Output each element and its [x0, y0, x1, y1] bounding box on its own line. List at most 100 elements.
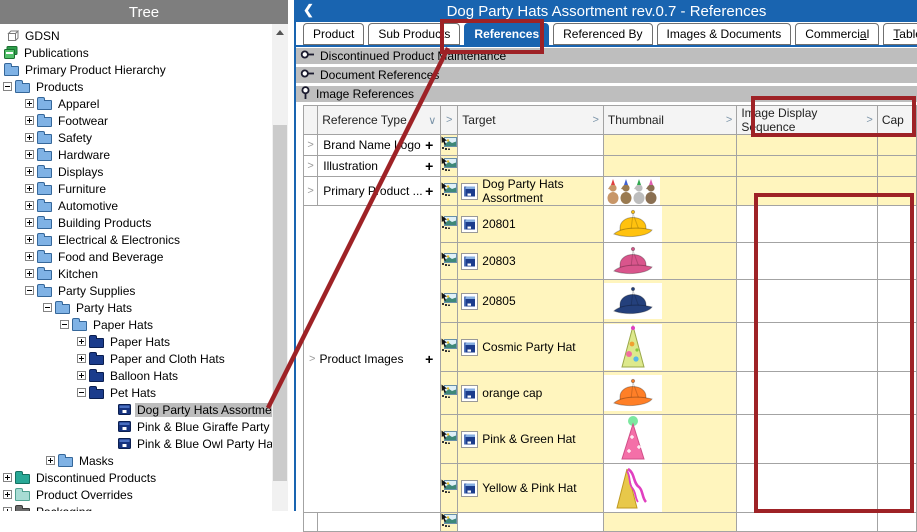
tree-item-building-products[interactable]: Building Products [0, 214, 272, 231]
tree-item-label[interactable]: Publications [22, 46, 91, 60]
target-cell[interactable]: Yellow & Pink Hat [458, 464, 604, 513]
tree-item-automotive[interactable]: Automotive [0, 197, 272, 214]
reference-type-cell[interactable]: Brand Name Logo+ [318, 135, 441, 156]
tree-item-discontinued-products[interactable]: Discontinued Products [0, 469, 272, 486]
tree-item-label[interactable]: Pink & Blue Giraffe Party Hat [135, 420, 272, 434]
target-label[interactable]: Pink & Green Hat [482, 432, 575, 446]
tree-item-label[interactable]: Automotive [56, 199, 120, 213]
tree-item-label[interactable]: Pet Hats [108, 386, 158, 400]
expand-plus-icon[interactable] [77, 371, 86, 380]
tab-commercial[interactable]: Commercial [795, 23, 879, 45]
expand-column-icon[interactable]: > [446, 114, 452, 126]
expand-plus-icon[interactable] [46, 456, 55, 465]
tree-item-label[interactable]: Party Supplies [56, 284, 137, 298]
collapse-minus-icon[interactable] [77, 388, 86, 397]
expand-plus-icon[interactable] [3, 507, 12, 511]
image-reference-link-icon-cell[interactable] [441, 135, 458, 156]
target-label[interactable]: 20801 [482, 217, 515, 231]
thumbnail-image[interactable] [604, 206, 662, 242]
tab-references[interactable]: References [464, 23, 549, 45]
thumbnail-image[interactable] [604, 243, 662, 279]
expand-column-icon[interactable]: > [592, 114, 598, 126]
tree-item-label[interactable]: Apparel [56, 97, 101, 111]
image-reference-link-icon-cell[interactable] [441, 177, 458, 206]
tree-item-label[interactable]: Hardware [56, 148, 112, 162]
image-display-sequence-cell[interactable] [737, 135, 877, 156]
caption-cell[interactable] [877, 415, 916, 464]
add-reference-button[interactable]: + [425, 351, 440, 367]
caption-cell[interactable] [877, 206, 916, 243]
tree-item-furniture[interactable]: Furniture [0, 180, 272, 197]
expand-plus-icon[interactable] [25, 167, 34, 176]
caption-cell[interactable] [877, 135, 916, 156]
image-display-sequence-cell[interactable] [737, 177, 877, 206]
tree-item-label[interactable]: Paper Hats [91, 318, 155, 332]
expand-plus-icon[interactable] [25, 150, 34, 159]
caption-cell[interactable] [877, 177, 916, 206]
tab-sub-products[interactable]: Sub Products [368, 23, 460, 45]
caption-cell[interactable] [877, 372, 916, 415]
add-reference-button[interactable]: + [425, 183, 440, 199]
expand-plus-icon[interactable] [77, 337, 86, 346]
thumbnail-cell[interactable] [603, 177, 736, 206]
thumbnail-cell[interactable] [603, 156, 736, 177]
thumbnail-cell[interactable] [603, 135, 736, 156]
thumbnail-image[interactable] [604, 324, 662, 370]
image-reference-link-icon-cell[interactable] [441, 415, 458, 464]
scrollbar-thumb[interactable] [273, 125, 287, 481]
tab-tables[interactable]: Tables [883, 23, 917, 45]
target-cell[interactable] [458, 156, 604, 177]
row-expander[interactable]: > [304, 156, 318, 177]
target-label[interactable]: Cosmic Party Hat [482, 340, 575, 354]
tree-item-label[interactable]: Furniture [56, 182, 108, 196]
tree-item-label[interactable]: Balloon Hats [108, 369, 180, 383]
collapse-panel-icon[interactable]: ❮ [303, 2, 314, 18]
tree-item-label[interactable]: Displays [56, 165, 105, 179]
expand-plus-icon[interactable] [25, 184, 34, 193]
expand-plus-icon[interactable] [77, 354, 86, 363]
caption-cell[interactable] [877, 464, 916, 513]
image-reference-link-icon-cell[interactable] [441, 323, 458, 372]
tree-item-label[interactable]: Products [34, 80, 85, 94]
caption-cell[interactable] [877, 156, 916, 177]
expand-plus-icon[interactable] [3, 473, 12, 482]
tree-item-publications[interactable]: Publications [0, 44, 272, 61]
image-display-sequence-cell[interactable] [737, 280, 877, 323]
thumbnail-cell[interactable] [603, 372, 736, 415]
tree-item-party-supplies[interactable]: Party Supplies [0, 282, 272, 299]
image-display-sequence-cell[interactable] [737, 372, 877, 415]
tab-referenced-by[interactable]: Referenced By [553, 23, 652, 45]
expand-plus-icon[interactable] [25, 201, 34, 210]
tree-item-label[interactable]: Safety [56, 131, 94, 145]
collapse-minus-icon[interactable] [43, 303, 52, 312]
tree-item-footwear[interactable]: Footwear [0, 112, 272, 129]
tree-item-hardware[interactable]: Hardware [0, 146, 272, 163]
tab-images-documents[interactable]: Images & Documents [657, 23, 792, 45]
tree-item-label[interactable]: Packaging [34, 505, 94, 512]
tree-item-label[interactable]: Masks [77, 454, 116, 468]
image-display-sequence-cell[interactable] [737, 206, 877, 243]
tree-item-label[interactable]: Paper and Cloth Hats [108, 352, 227, 366]
tree-item-products[interactable]: Products [0, 78, 272, 95]
section-image-references[interactable]: Image References [296, 86, 917, 102]
expand-plus-icon[interactable] [25, 252, 34, 261]
filter-dropdown-icon[interactable]: ∨ [428, 114, 436, 127]
tree-item-label[interactable]: Dog Party Hats Assortment [135, 403, 272, 417]
tree-item-safety[interactable]: Safety [0, 129, 272, 146]
caption-cell[interactable] [877, 280, 916, 323]
tree-item-label[interactable]: Discontinued Products [34, 471, 158, 485]
expand-column-icon[interactable]: > [726, 114, 732, 126]
thumbnail-cell[interactable] [603, 323, 736, 372]
reference-type-cell[interactable]: Primary Product ...+ [318, 177, 441, 206]
header-thumbnail[interactable]: Thumbnail > [603, 106, 736, 135]
thumbnail-image[interactable] [604, 464, 662, 512]
thumbnail-image[interactable] [604, 415, 662, 463]
tree-item-kitchen[interactable]: Kitchen [0, 265, 272, 282]
collapse-minus-icon[interactable] [3, 82, 12, 91]
target-cell[interactable]: orange cap [458, 372, 604, 415]
tree-item-label[interactable]: Kitchen [56, 267, 100, 281]
expand-plus-icon[interactable] [25, 133, 34, 142]
tree-item-primary-product-hierarchy[interactable]: Primary Product Hierarchy [0, 61, 272, 78]
tree-item-label[interactable]: Primary Product Hierarchy [23, 63, 168, 77]
reference-type-cell[interactable]: Illustration+ [318, 156, 441, 177]
